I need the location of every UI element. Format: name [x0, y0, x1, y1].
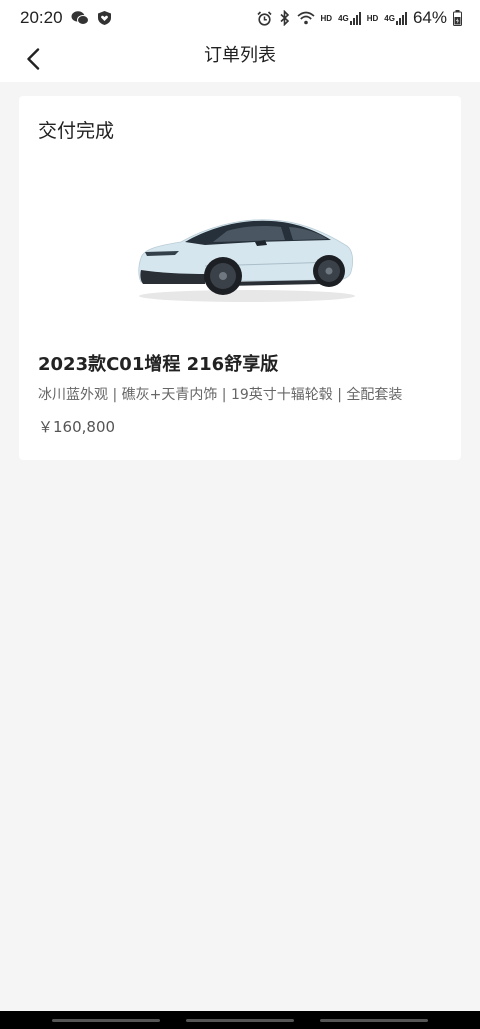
battery-percent: 64%: [412, 8, 447, 27]
car-model-name: 2023款C01增程 216舒享版: [38, 354, 279, 375]
battery-icon: [453, 10, 462, 26]
network-type-label: 4G: [384, 13, 395, 23]
nav-gesture-handle[interactable]: [186, 1019, 294, 1022]
signal-icon: 4G: [384, 11, 407, 25]
signal-icon: 4G: [338, 11, 361, 25]
order-price: ￥160,800: [38, 418, 116, 436]
status-time: 20:20: [20, 8, 63, 27]
car-image: [135, 214, 357, 306]
hd-label: HD: [320, 13, 333, 23]
status-bar: 20:20 HD 4G HD 4G 64%: [0, 0, 480, 36]
hd-label: HD: [366, 13, 379, 23]
wechat-icon: [71, 10, 89, 26]
system-navigation-bar: [0, 1011, 480, 1029]
car-configuration: 冰川蓝外观 | 礁灰+天青内饰 | 19英寸十辐轮毂 | 全配套装: [38, 387, 403, 403]
shield-heart-icon: [97, 10, 112, 26]
order-card[interactable]: 交付完成 2023款C01增程 216舒享版 冰川蓝外观 | 礁灰+天青内饰 |…: [19, 96, 461, 460]
alarm-icon: [256, 10, 272, 26]
page-title: 订单列表: [204, 45, 276, 66]
nav-gesture-handle[interactable]: [52, 1019, 160, 1022]
nav-gesture-handle[interactable]: [320, 1019, 428, 1022]
order-status: 交付完成: [38, 120, 115, 142]
wifi-icon: [296, 11, 315, 25]
network-type-label: 4G: [338, 13, 349, 23]
bluetooth-icon: [278, 10, 291, 26]
nav-bar: 订单列表: [0, 36, 480, 82]
